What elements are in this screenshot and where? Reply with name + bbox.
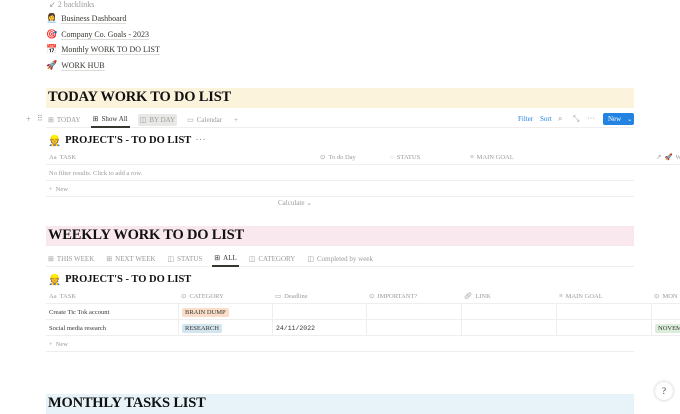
tab-all[interactable]: ⊞ ALL	[212, 251, 239, 267]
drag-handle-icon[interactable]: ⠿	[37, 114, 43, 123]
sort-button[interactable]: Sort	[540, 115, 552, 123]
search-icon[interactable]: ⌕	[558, 114, 562, 124]
tab-completed-by-week[interactable]: ◫ Completed by week	[305, 251, 375, 267]
filter-button[interactable]: Filter	[518, 115, 533, 123]
tab-status[interactable]: ◫ STATUS	[166, 251, 205, 267]
calculate-button[interactable]: Calculate ⌄	[278, 199, 312, 207]
backlinks[interactable]: ↙ 2 backlinks	[49, 0, 94, 10]
target-icon: 🎯	[46, 29, 58, 39]
plus-icon: +	[49, 185, 53, 193]
text-icon: Aa	[49, 153, 57, 161]
relation-arrow-icon: ↗	[656, 154, 662, 161]
table-icon: ⊞	[48, 254, 54, 263]
category-tag: RESEARCH	[182, 323, 222, 333]
chevron-down-icon: ⌄	[306, 199, 313, 207]
rocket-icon: 🚀	[664, 154, 673, 161]
table-row[interactable]: Social media research RESEARCH 24/11/202…	[46, 320, 680, 336]
weekly-db-title: 👷 PROJECT'S - TO DO LIST	[48, 274, 192, 286]
text-icon: Aa	[49, 292, 57, 300]
link-icon: 🔗︎	[464, 293, 473, 300]
select-icon: ⊙	[320, 154, 326, 161]
col-main-goal[interactable]: ≡ MAIN GOAL	[467, 149, 514, 165]
table-icon: ⊞	[48, 115, 54, 124]
new-button[interactable]: New ⌄	[603, 113, 634, 125]
weekly-view-tabs: ⊞ THIS WEEK ⊞ NEXT WEEK ◫ STATUS ⊞ ALL ◫ CATE…	[46, 251, 634, 267]
help-button[interactable]: ?	[655, 382, 673, 400]
plus-icon: +	[49, 340, 53, 348]
col-link[interactable]: 🔗︎ LINK	[461, 288, 491, 304]
col-to-do-day[interactable]: ⊙ To do Day	[317, 149, 356, 165]
text-lines-icon: ≡	[470, 153, 474, 161]
rocket-icon: 🚀	[46, 60, 58, 70]
col-category[interactable]: ⊙ CATEGORY	[178, 288, 224, 304]
deadline-value[interactable]: 24/11/2022	[272, 320, 366, 336]
tab-show-all[interactable]: ⊞ Show All	[90, 112, 130, 128]
add-block-icon[interactable]: +	[26, 114, 31, 124]
link-work-hub[interactable]: 🚀 WORK HUB	[46, 60, 105, 71]
backlink-arrow-icon: ↙	[49, 0, 56, 9]
select-icon: ⊙	[654, 293, 660, 300]
today-new-row-button[interactable]: + New	[46, 181, 634, 197]
chevron-down-icon[interactable]: ⌄	[627, 116, 632, 123]
empty-state-row[interactable]: No filter results. Click to add a row.	[46, 165, 634, 181]
col-task[interactable]: Aa TASK	[46, 149, 76, 165]
tab-calendar[interactable]: ▭ Calendar	[185, 112, 224, 128]
col-deadline[interactable]: ▭ Deadline	[272, 288, 308, 304]
link-business-dashboard[interactable]: 👩‍💼 Business Dashboard	[46, 13, 127, 24]
monthly-heading: MONTHLY TASKS LIST	[46, 394, 634, 414]
table-icon: ⊞	[92, 114, 99, 123]
tab-category[interactable]: ◫ CATEGORY	[247, 251, 298, 267]
table-row[interactable]: Create Tic Tok account BRAIN DUMP	[46, 304, 680, 320]
board-icon: ◫	[167, 254, 175, 263]
select-icon: ⊙	[181, 293, 187, 300]
tab-by-day[interactable]: ◫ BY DAY	[137, 113, 178, 126]
month-tag: NOVEM	[655, 323, 680, 333]
add-view-button[interactable]: +	[232, 112, 240, 128]
table-icon: ⊞	[106, 254, 113, 263]
tab-this-week[interactable]: ⊞ THIS WEEK	[46, 251, 96, 267]
status-icon: ◌	[390, 153, 394, 161]
col-task[interactable]: Aa TASK	[46, 288, 76, 304]
link-company-goals[interactable]: 🎯 Company Co. Goals - 2023	[46, 29, 149, 40]
tab-today[interactable]: ⊞ TODAY	[46, 112, 83, 128]
calendar-icon: ▭	[187, 115, 194, 124]
weekly-heading: WEEKLY WORK TO DO LIST	[46, 226, 634, 246]
select-icon: ⊙	[369, 293, 375, 300]
col-main-goal[interactable]: ≡ MAIN GOAL	[556, 288, 603, 304]
board-icon: ◫	[248, 254, 256, 263]
more-icon[interactable]: ···	[587, 114, 595, 123]
col-month[interactable]: ⊙ MON	[651, 288, 678, 304]
col-important[interactable]: ⊙ IMPORTANT?	[366, 288, 417, 304]
today-heading: TODAY WORK TO DO LIST	[46, 88, 634, 108]
weekly-new-row-button[interactable]: + New	[46, 336, 634, 352]
more-icon[interactable]: ···	[195, 135, 206, 146]
col-status[interactable]: ◌ STATUS	[387, 149, 420, 165]
tab-next-week[interactable]: ⊞ NEXT WEEK	[104, 251, 157, 267]
weekly-header-row: Aa TASK ⊙ CATEGORY ▭ Deadline ⊙ IMPORTANT? 🔗…	[46, 288, 680, 304]
board-icon: ◫	[139, 115, 147, 124]
col-work-hub[interactable]: ↗ 🚀 W	[653, 149, 680, 165]
calendar-icon: 📅	[46, 44, 58, 54]
expand-icon[interactable]: ⤡	[573, 114, 579, 124]
business-icon: 👩‍💼	[46, 13, 58, 23]
text-lines-icon: ≡	[559, 292, 563, 300]
today-db-title: 👷 PROJECT'S - TO DO LIST ···	[48, 135, 206, 147]
category-tag: BRAIN DUMP	[182, 307, 229, 317]
worker-icon: 👷	[48, 136, 62, 147]
worker-icon: 👷	[48, 275, 62, 286]
today-header-row: Aa TASK ⊙ To do Day ◌ STATUS ≡ MAIN GOAL ↗ 🚀 W	[46, 149, 680, 165]
calendar-icon: ▭	[275, 293, 282, 300]
table-icon: ⊞	[214, 253, 221, 262]
board-icon: ◫	[307, 254, 314, 263]
link-monthly-list[interactable]: 📅 Monthly WORK TO DO LIST	[46, 44, 160, 55]
